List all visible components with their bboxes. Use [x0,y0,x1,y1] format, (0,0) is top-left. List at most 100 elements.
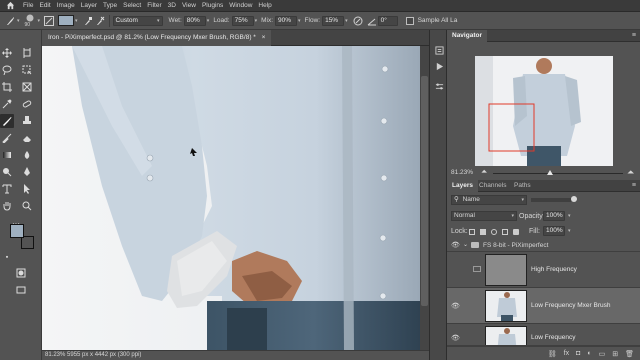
layer-style-fx-icon[interactable]: fx [564,350,569,357]
lasso-tool-icon[interactable] [0,63,14,77]
lock-transparent-icon[interactable] [469,229,475,235]
scrollbar-thumb[interactable] [421,76,428,306]
chevron-down-icon[interactable]: ▾ [298,18,301,24]
menu-layer[interactable]: Layer [78,0,100,12]
menu-edit[interactable]: Edit [36,0,53,12]
foreground-color-swatch[interactable] [10,224,24,238]
chevron-down-icon[interactable]: ▾ [255,18,258,24]
airbrush-icon[interactable] [352,15,364,27]
document-tab[interactable]: Iron - PiXimperfect.psd @ 81.2% (Low Fre… [42,30,272,46]
mixer-brush-tool-icon[interactable] [0,114,14,128]
mix-input[interactable]: 90% [275,15,298,26]
menu-window[interactable]: Window [226,0,255,12]
history-panel-icon[interactable] [433,44,445,56]
spot-healing-tool-icon[interactable] [20,97,34,111]
add-mask-icon[interactable]: ◘ [576,350,580,357]
load-input[interactable]: 75% [231,15,254,26]
new-layer-icon[interactable]: ⊞ [612,350,618,358]
close-tab-icon[interactable]: × [262,34,266,41]
eye-icon[interactable]: 👁 [451,334,460,342]
lock-position-icon[interactable] [491,229,497,235]
eyedropper-tool-icon[interactable] [0,97,14,111]
menu-plugins[interactable]: Plugins [199,0,226,12]
brush-preset-picker[interactable]: 90 [23,14,37,28]
panel-menu-icon[interactable]: ≡ [632,32,636,39]
crop-tool-icon[interactable] [0,80,14,94]
type-tool-icon[interactable] [0,182,14,196]
object-selection-tool-icon[interactable] [20,63,34,77]
zoom-out-icon[interactable]: ⏶ [481,165,487,179]
blend-mode-select[interactable]: Normal ▾ [451,211,517,221]
document-canvas[interactable] [42,46,420,350]
frame-tool-icon[interactable] [20,80,34,94]
dodge-tool-icon[interactable] [0,165,14,179]
gradient-tool-icon[interactable] [0,148,14,162]
menu-3d[interactable]: 3D [165,0,179,12]
blend-combination-select[interactable]: Custom ▾ [112,15,163,26]
menu-image[interactable]: Image [54,0,78,12]
menu-view[interactable]: View [179,0,199,12]
layer-filter-select[interactable]: ⚲ Name ▾ [451,195,527,205]
eye-icon[interactable]: 👁 [451,302,460,310]
opacity-input[interactable]: 100% [543,211,565,221]
navigator-zoom-value[interactable]: 81.23% [451,166,473,180]
blur-tool-icon[interactable] [20,148,34,162]
brush-angle-icon[interactable] [366,15,378,27]
actions-panel-icon[interactable] [433,60,445,72]
layer-group-row[interactable]: 👁 ⌄ FS 8-bit - PiXimperfect [447,239,640,252]
chevron-down-icon[interactable]: ⌄ [463,241,468,248]
hand-tool-icon[interactable] [0,199,14,213]
fill-input[interactable]: 100% [543,226,565,236]
panel-menu-icon[interactable]: ≡ [632,182,636,189]
clone-stamp-tool-icon[interactable] [20,114,34,128]
zoom-slider-handle[interactable] [547,170,553,175]
tab-paths[interactable]: Paths [509,180,536,192]
menu-file[interactable]: File [20,0,36,12]
zoom-in-icon[interactable]: ⏶ [627,165,634,179]
navigator-preview[interactable] [475,56,613,166]
lock-all-icon[interactable] [513,229,519,235]
chevron-down-icon[interactable]: ▾ [345,18,348,24]
lock-pixels-icon[interactable] [480,229,486,235]
properties-panel-icon[interactable] [433,80,445,92]
layer-filter-icons[interactable] [531,198,571,202]
path-selection-tool-icon[interactable] [20,182,34,196]
brush-angle-input[interactable]: 0° [377,15,398,26]
history-brush-tool-icon[interactable] [0,131,14,145]
menu-help[interactable]: Help [255,0,274,12]
chevron-down-icon[interactable]: ▾ [75,18,78,24]
menu-filter[interactable]: Filter [144,0,164,12]
tab-channels[interactable]: Channels [474,180,511,192]
adjustment-layer-icon[interactable]: ◐ [587,350,591,357]
current-brush-load-swatch[interactable] [58,15,75,26]
brush-settings-icon[interactable] [43,15,55,27]
menu-type[interactable]: Type [100,0,120,12]
delete-layer-icon[interactable]: 🗑 [625,350,634,358]
mixer-brush-tool-icon[interactable] [4,15,16,27]
sample-all-layers-checkbox[interactable] [404,15,416,27]
eraser-tool-icon[interactable] [20,131,34,145]
wet-input[interactable]: 80% [183,15,206,26]
artboard-tool-icon[interactable] [20,46,34,60]
filter-toggle-icon[interactable] [571,196,577,202]
screen-mode-icon[interactable] [14,283,28,297]
chevron-down-icon[interactable]: ▾ [17,18,20,24]
zoom-tool-icon[interactable] [20,199,34,213]
layer-row-low-frequency[interactable]: 👁 Low Frequency [447,324,640,346]
canvas-vertical-scrollbar[interactable] [420,46,429,350]
tab-navigator[interactable]: Navigator [447,30,487,42]
navigator-zoom-slider[interactable] [493,173,623,174]
chevron-down-icon[interactable]: ▾ [207,18,210,24]
flow-input[interactable]: 15% [322,15,345,26]
chevron-down-icon[interactable]: ▾ [568,228,571,234]
default-colors-icon[interactable]: ▪ [2,252,12,262]
link-layers-icon[interactable]: ⛓ [548,350,557,358]
layer-row-high-frequency[interactable]: High Frequency [447,252,640,288]
home-icon[interactable] [0,0,20,12]
pen-tool-icon[interactable] [20,165,34,179]
chevron-down-icon[interactable]: ▾ [38,18,41,24]
new-group-icon[interactable]: ▭ [599,350,606,358]
quick-mask-icon[interactable] [14,266,28,280]
menu-select[interactable]: Select [120,0,144,12]
clean-brush-icon[interactable] [94,15,106,27]
